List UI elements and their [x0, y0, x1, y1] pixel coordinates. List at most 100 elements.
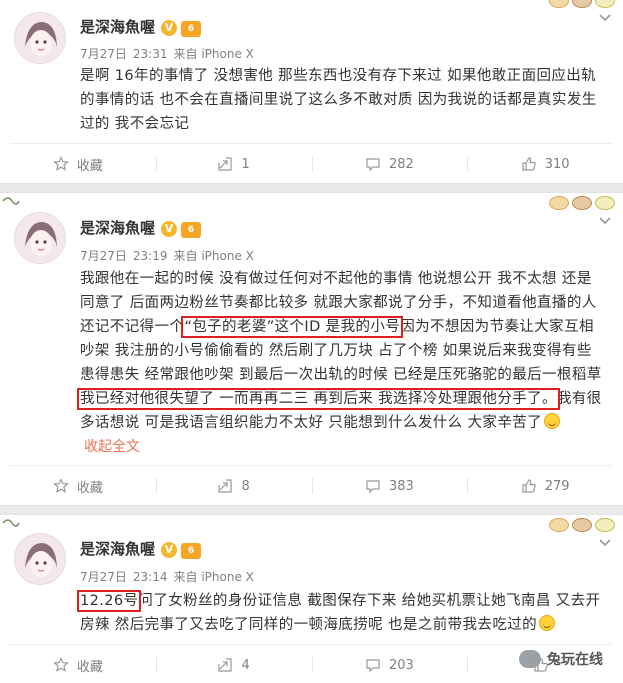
text-segment: 房辣 然后完事了又去吃了同样的一顿海底捞呢 也是之前带我去吃过的: [80, 617, 538, 633]
avatar[interactable]: [14, 12, 66, 64]
post-meta: 7月27日 23:19 来自 iPhone X: [80, 248, 260, 264]
post-source[interactable]: 来自 iPhone X: [174, 47, 254, 61]
author-name[interactable]: 是深海魚喔 V 6: [80, 218, 202, 238]
post-separator: [0, 505, 623, 515]
repost-button[interactable]: 1: [155, 144, 312, 184]
text-segment: 因为不想因为节奏让大家互相: [400, 319, 594, 335]
action-bar: 收藏 1 282 310: [0, 144, 623, 184]
text-line: 的事情的话 也不会在直播间里说了这么多不敢对质 因为我说的话都是真实发生: [80, 92, 597, 108]
favorite-button[interactable]: 收藏: [0, 645, 156, 683]
action-bar: 收藏 8 383 279: [0, 466, 623, 506]
verified-badge-icon: V: [161, 542, 178, 558]
comment-icon: [366, 659, 380, 673]
favorite-button[interactable]: 收藏: [0, 144, 156, 184]
favorite-label: 收藏: [76, 480, 103, 496]
decoration-leaf-icon: [2, 519, 20, 527]
star-icon: [53, 156, 69, 171]
smile-emoji-icon: [544, 413, 561, 429]
chevron-down-icon[interactable]: [599, 217, 611, 225]
repost-count: 4: [241, 657, 250, 673]
verified-badge-icon: V: [161, 221, 178, 237]
decoration-icons: [549, 196, 615, 210]
favorite-label: 收藏: [76, 659, 103, 675]
author-name-text[interactable]: 是深海魚喔: [80, 219, 155, 237]
text-line: 吵架 我注册的小号偷偷看的 然后刷了几万块 占了个榜 如果说后来我变得有些: [80, 343, 592, 359]
post-date: 7月27日: [80, 570, 127, 584]
post-card: 是深海魚喔 V 6 7月27日 23:31 来自 iPhone X 是啊 16年的事情了…: [0, 0, 623, 183]
star-icon: [53, 478, 69, 493]
star-icon: [53, 657, 69, 672]
decoration-leaf-icon: [2, 197, 20, 205]
comment-icon: [366, 480, 380, 494]
verified-badge-icon: V: [161, 20, 178, 36]
post-card: 是深海魚喔 V 6 7月27日 23:14 来自 iPhone X 12.26号问了女粉…: [0, 515, 623, 683]
decoration-icons: [549, 0, 615, 8]
post-separator: [0, 183, 623, 193]
favorite-label: 收藏: [76, 158, 103, 174]
chevron-down-icon[interactable]: [599, 539, 611, 547]
post-source[interactable]: 来自 iPhone X: [174, 249, 254, 263]
text-line: 多话想说 可是我语言组织能力不太好 只能想到什么发什么 大家辛苦了: [80, 411, 608, 435]
favorite-button[interactable]: 收藏: [0, 466, 156, 506]
level-badge-icon: 6: [181, 222, 202, 238]
highlight-box: “包子的老婆”这个ID 是我的小号: [181, 316, 404, 338]
watermark-text: 兔玩在线: [547, 652, 603, 668]
decoration-icons: [549, 518, 615, 532]
repost-icon: [218, 658, 233, 672]
post-time: 23:14: [132, 570, 168, 584]
like-count: 279: [544, 478, 570, 494]
like-count: 310: [544, 156, 570, 172]
collapse-link[interactable]: 收起全文: [84, 437, 140, 457]
comment-count: 383: [388, 478, 414, 494]
chevron-down-icon[interactable]: [599, 14, 611, 22]
avatar[interactable]: [14, 533, 66, 585]
author-name[interactable]: 是深海魚喔 V 6: [80, 539, 202, 559]
post-meta: 7月27日 23:14 来自 iPhone X: [80, 569, 260, 585]
level-badge-icon: 6: [181, 543, 202, 559]
author-name-text[interactable]: 是深海魚喔: [80, 540, 155, 558]
smile-emoji-icon: [539, 615, 556, 631]
text-line: 12.26号问了女粉丝的身份证信息 截图保存下来 给她买机票让她飞南昌 又去开: [76, 589, 608, 613]
post-text: 我跟他在一起的时候 没有做过任何对不起他的事情 他说想公开 我不太想 还是 同意…: [77, 267, 608, 435]
author-name-text[interactable]: 是深海魚喔: [80, 18, 155, 36]
text-segment: 还记不记得一个: [80, 319, 185, 335]
text-segment: 我有很: [556, 391, 602, 407]
like-icon: [522, 479, 536, 493]
text-line: 房辣 然后完事了又去吃了同样的一顿海底捞呢 也是之前带我去吃过的: [80, 613, 608, 637]
like-button[interactable]: 310: [467, 144, 623, 184]
text-segment: 问了女粉丝的身份证信息 截图保存下来 给她买机票让她飞南昌 又去开: [138, 593, 601, 609]
comment-button[interactable]: 383: [311, 466, 468, 506]
comment-button[interactable]: 282: [311, 144, 468, 184]
repost-count: 8: [241, 478, 250, 494]
highlight-box: 我已经对他很失望了 一而再再二三 再到后来 我选择冷处理跟他分手了。: [77, 388, 560, 410]
comment-icon: [366, 158, 380, 172]
repost-button[interactable]: 4: [155, 645, 312, 683]
comment-count: 203: [388, 657, 414, 673]
comment-button[interactable]: 203: [311, 645, 468, 683]
text-line: 同意了 后面两边粉丝节奏都比较多 就跟大家都说了分手，不知道看他直播的人: [80, 295, 597, 311]
post-card: 是深海魚喔 V 6 7月27日 23:19 来自 iPhone X 我跟他在一起的时候 …: [0, 193, 623, 505]
repost-icon: [218, 479, 233, 493]
highlight-box: 12.26号: [76, 590, 142, 612]
post-text: 12.26号问了女粉丝的身份证信息 截图保存下来 给她买机票让她飞南昌 又去开 …: [76, 589, 608, 637]
like-button[interactable]: 279: [467, 466, 623, 506]
wechat-icon: [519, 650, 541, 668]
post-source[interactable]: 来自 iPhone X: [174, 570, 254, 584]
repost-count: 1: [241, 156, 250, 172]
like-icon: [522, 157, 536, 171]
text-segment: 多话想说 可是我语言组织能力不太好 只能想到什么发什么 大家辛苦了: [80, 415, 543, 431]
text-line: 患得患失 经常跟他吵架 到最后一次出轨的时候 已经是压死骆驼的最后一根稻草: [80, 367, 602, 383]
repost-button[interactable]: 8: [155, 466, 312, 506]
text-line: 是啊 16年的事情了 没想害他 那些东西也没有存下来过 如果他敢正面回应出轨: [80, 68, 597, 84]
post-time: 23:31: [132, 47, 168, 61]
text-line: 过的 我不会忘记: [80, 116, 190, 132]
author-name[interactable]: 是深海魚喔 V 6: [80, 17, 202, 37]
post-text: 是啊 16年的事情了 没想害他 那些东西也没有存下来过 如果他敢正面回应出轨 的…: [80, 64, 608, 136]
post-time: 23:19: [132, 249, 168, 263]
comment-count: 282: [388, 156, 414, 172]
text-line: 还记不记得一个“包子的老婆”这个ID 是我的小号因为不想因为节奏让大家互相: [80, 315, 608, 339]
text-line: 我已经对他很失望了 一而再再二三 再到后来 我选择冷处理跟他分手了。我有很: [77, 387, 608, 411]
post-date: 7月27日: [80, 249, 127, 263]
avatar[interactable]: [14, 212, 66, 264]
watermark: 兔玩在线: [519, 649, 603, 669]
